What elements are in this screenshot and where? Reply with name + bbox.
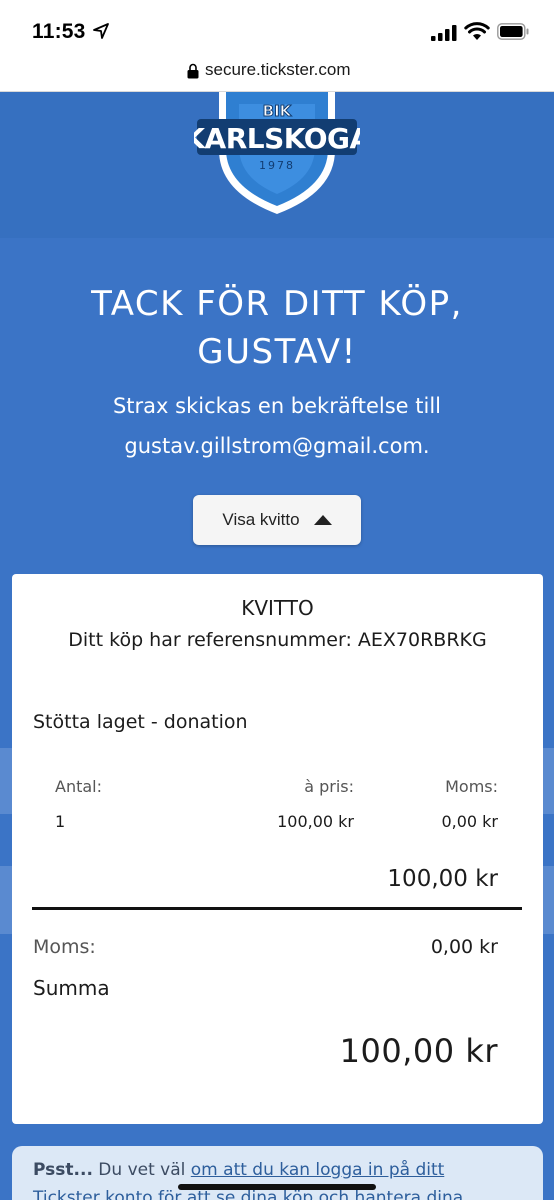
status-time: 11:53 [32,20,86,43]
quantity-header: Antal: [55,777,102,796]
vat-total-label: Moms: [33,936,96,958]
status-bar: 11:53 [0,0,554,52]
logo-top-text: BIK [263,102,293,120]
address-bar[interactable]: secure.tickster.com [0,52,554,92]
battery-icon [497,23,529,40]
wifi-icon [464,22,490,40]
cellular-signal-icon [431,25,457,41]
bik-karlskoga-logo: BIK KARLSKOGA 1978 [194,92,360,214]
confirmation-email: gustav.gillstrom@gmail.com. [124,434,430,458]
unit-price-value: 100,00 kr [277,812,354,831]
login-tip-box: Psst... Du vet väl om att du kan logga i… [12,1146,543,1200]
vat-total-value: 0,00 kr [430,936,498,958]
quantity-value: 1 [55,812,66,831]
unit-price-header: à pris: [304,777,354,796]
receipt-card: KVITTO Ditt köp har referensnummer: AEX7… [12,574,543,1124]
sum-label: Summa [33,976,110,1000]
logo-name-text: KARLSKOGA [194,122,360,155]
login-link[interactable]: om att du kan logga in på ditt [191,1160,445,1180]
page-title: TACK FÖR DITT KÖP, GUSTAV! [0,280,554,376]
sum-total: 100,00 kr [339,1032,498,1070]
receipt-title: KVITTO [241,596,314,620]
vat-header: Moms: [445,777,498,796]
tip-line-1: Psst... Du vet väl om att du kan logga i… [33,1160,444,1180]
tip-bold: Psst... [33,1160,93,1180]
line-total: 100,00 kr [387,866,498,892]
lock-icon [187,63,199,79]
vat-value: 0,00 kr [441,812,498,831]
show-receipt-button[interactable]: Visa kvitto [193,495,361,545]
divider [32,907,522,910]
confirmation-message: Strax skickas en bekräftelse till gustav… [0,386,554,466]
item-name: Stötta laget - donation [33,711,248,733]
show-receipt-label: Visa kvitto [222,510,300,529]
caret-up-icon [313,515,332,525]
reference-number: Ditt köp har referensnummer: AEX70RBRKG [68,629,487,651]
confirmation-line-1: Strax skickas en bekräftelse till [112,394,442,418]
tip-text: Du vet väl [92,1160,191,1180]
home-indicator[interactable] [178,1184,376,1190]
title-line-1: TACK FÖR DITT KÖP, [91,284,463,324]
logo-year-text: 1978 [259,159,295,172]
location-arrow-icon [93,23,109,39]
url-text: secure.tickster.com [205,60,351,79]
title-line-2: GUSTAV! [197,332,357,372]
